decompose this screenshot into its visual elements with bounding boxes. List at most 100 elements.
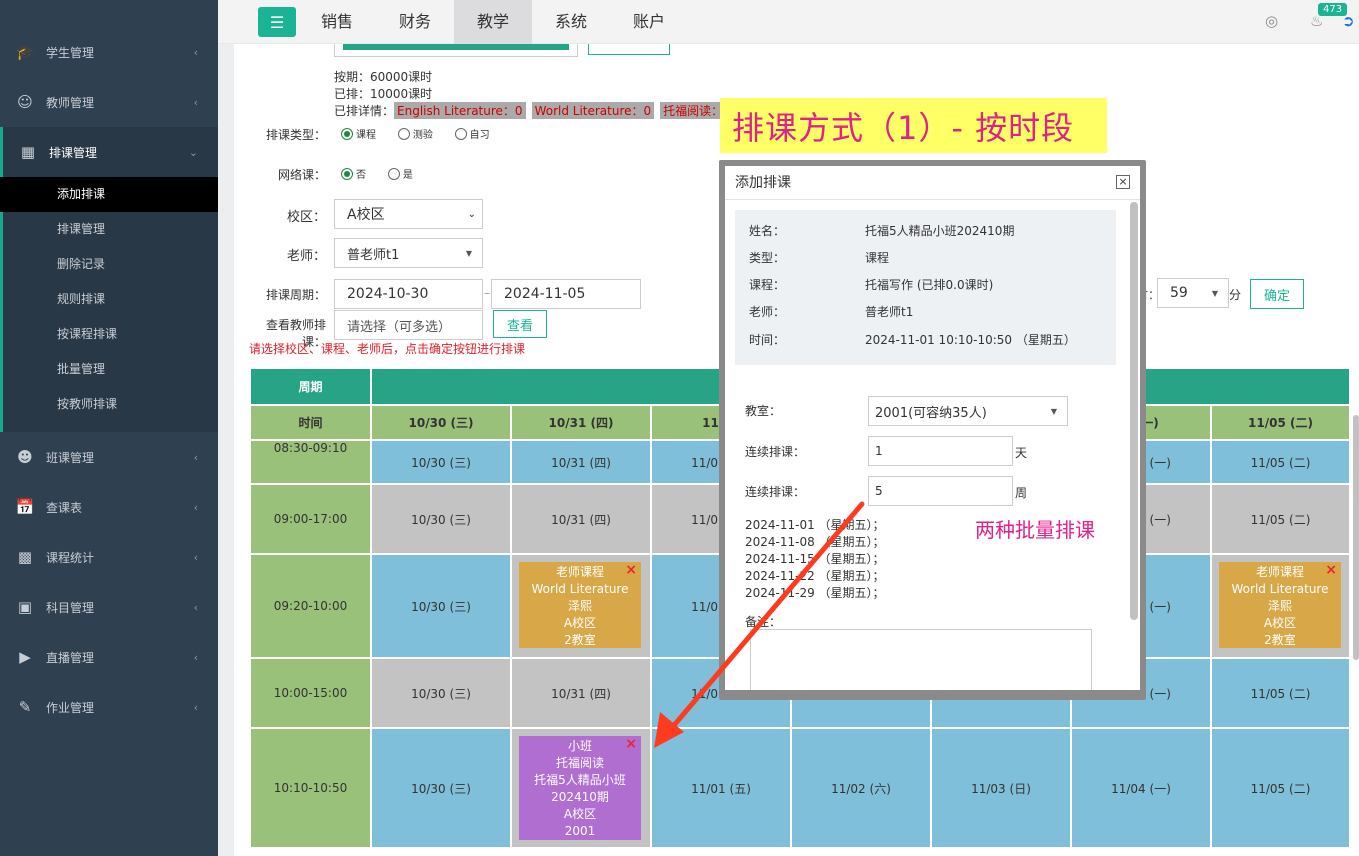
- schedule-cell[interactable]: 10/30 (三): [371, 728, 511, 848]
- modal-close-button[interactable]: ×: [1116, 175, 1130, 189]
- nav-account[interactable]: 账户: [610, 0, 688, 44]
- sidebar-sub-teacher-schedule[interactable]: 按教师排课: [3, 387, 218, 422]
- sidebar-item-scheduling[interactable]: ▦ 排课管理 ⌄: [0, 127, 218, 177]
- period-separator: –: [484, 286, 490, 300]
- nav-sales[interactable]: 销售: [298, 0, 376, 44]
- schedule-cell[interactable]: 11/05 (二): [1211, 658, 1350, 728]
- course-line: A校区: [1263, 616, 1297, 630]
- period-start-input[interactable]: 2024-10-30: [334, 279, 483, 309]
- schedule-cell[interactable]: 10/31 (四): [511, 658, 651, 728]
- schedule-cell[interactable]: 10/31 (四): [511, 440, 651, 484]
- sidebar-item-label: 科目管理: [46, 600, 95, 615]
- schedule-cell[interactable]: 11/05 (二): [1211, 728, 1350, 848]
- sidebar-item-students[interactable]: 🎓 学生管理 ‹: [0, 27, 218, 77]
- time-slot: 08:30-09:10: [250, 440, 371, 484]
- online-radio-no[interactable]: [341, 167, 353, 180]
- nav-teaching[interactable]: 教学: [454, 0, 532, 44]
- delete-course-icon[interactable]: ×: [625, 562, 637, 579]
- bar-chart-icon: ▩: [17, 548, 33, 566]
- minute-select[interactable]: 59 ▼: [1157, 278, 1229, 308]
- schedule-cell[interactable]: 11/04 (一): [1071, 728, 1211, 848]
- view-button[interactable]: 查看: [493, 310, 547, 338]
- sidebar-item-timetable[interactable]: 📅 查课表 ‹: [0, 482, 218, 532]
- page-scrollbar[interactable]: [1353, 415, 1359, 660]
- sidebar-sub-delete-records[interactable]: 删除记录: [3, 247, 218, 282]
- confirm-button[interactable]: 确定: [1250, 279, 1304, 309]
- annotation-text: 两种批量排课: [975, 518, 1095, 542]
- sidebar-item-homework[interactable]: ✎ 作业管理 ‹: [0, 682, 218, 732]
- campus-select[interactable]: A校区 ⌄: [334, 199, 483, 229]
- view-teacher-select[interactable]: 请选择（可多选）: [334, 310, 483, 340]
- radio-label: 测验: [412, 130, 433, 141]
- delete-course-icon[interactable]: ×: [625, 736, 637, 753]
- course-line: 小班: [567, 739, 592, 753]
- course-select-partial[interactable]: [334, 44, 578, 57]
- online-label: 网络课：: [277, 168, 326, 182]
- logout-icon[interactable]: ➲: [1342, 12, 1355, 30]
- online-radio-yes[interactable]: [387, 167, 400, 180]
- course-line: 老师课程: [1255, 565, 1304, 579]
- modal-scrollbar[interactable]: [1130, 202, 1138, 620]
- consec-weeks-unit: 周: [1015, 486, 1028, 500]
- sidebar-sub-batch-manage[interactable]: 批量管理: [3, 352, 218, 387]
- type-radio-group: 课程 测验 自习: [341, 126, 508, 141]
- type-radio-course[interactable]: [341, 127, 353, 140]
- schedule-cell[interactable]: 11/05 (二): [1211, 440, 1350, 484]
- calendar-icon: 📅: [15, 498, 35, 516]
- consec-days-input[interactable]: 1: [868, 436, 1013, 466]
- teacher-select[interactable]: 普老师t1 ▼: [334, 238, 483, 268]
- sidebar-item-classes[interactable]: ☻ 班课管理 ‹: [0, 432, 218, 482]
- time-header: 时间: [250, 405, 371, 440]
- course-line: 泽熙: [1267, 599, 1292, 613]
- sidebar-item-stats[interactable]: ▩ 课程统计 ‹: [0, 532, 218, 582]
- schedule-cell[interactable]: 10/31 (四): [511, 484, 651, 554]
- menu-toggle-button[interactable]: ☰: [258, 7, 296, 37]
- schedule-cell[interactable]: 11/03 (日): [931, 728, 1071, 848]
- sidebar-submenu: 添加排课 排课管理 删除记录 规则排课 按课程排课 批量管理 按教师排课: [0, 177, 218, 432]
- period-start-value: 2024-10-30: [347, 286, 429, 302]
- course-line: World Literature: [1231, 582, 1329, 596]
- nav-finance[interactable]: 财务: [376, 0, 454, 44]
- sidebar-sub-course-schedule[interactable]: 按课程排课: [3, 317, 218, 352]
- chevron-left-icon: ‹: [193, 700, 198, 714]
- schedule-cell[interactable]: 10/30 (三): [371, 484, 511, 554]
- day-header: 11/05 (二): [1211, 405, 1350, 440]
- course-block[interactable]: 小班 托福阅读 托福5人精品小班 202410期 A校区 2001 ×: [519, 736, 641, 840]
- grid-icon: ▦: [20, 143, 36, 161]
- chevron-left-icon: ‹: [193, 550, 198, 564]
- time-slot: 09:20-10:00: [250, 554, 371, 658]
- type-radio-quiz[interactable]: [397, 127, 410, 140]
- delete-course-icon[interactable]: ×: [1325, 562, 1337, 579]
- sidebar-item-label: 作业管理: [46, 700, 95, 715]
- sidebar-item-label: 课程统计: [46, 550, 95, 565]
- course-button-partial[interactable]: [588, 44, 670, 55]
- sidebar-item-subjects[interactable]: ▣ 科目管理 ‹: [0, 582, 218, 632]
- schedule-cell[interactable]: 10/30 (三): [371, 658, 511, 728]
- sidebar-item-teachers[interactable]: ☺ 教师管理 ‹: [0, 77, 218, 127]
- annotation-arrow-icon: [654, 501, 865, 748]
- type-radio-study[interactable]: [454, 127, 467, 140]
- period-end-input[interactable]: 2024-11-05: [491, 279, 641, 309]
- sidebar-item-live[interactable]: ▶ 直播管理 ‹: [0, 632, 218, 682]
- course-block[interactable]: 老师课程 World Literature 泽熙 A校区 2教室 ×: [519, 562, 641, 648]
- graduation-cap-icon: 🎓: [15, 43, 35, 61]
- sidebar-sub-add-schedule[interactable]: 添加排课: [0, 177, 218, 212]
- info-label: 课程：: [749, 278, 786, 292]
- consec-weeks-input[interactable]: 5: [868, 476, 1013, 506]
- course-line: 2教室: [1264, 633, 1296, 647]
- sidebar-sub-schedule-manage[interactable]: 排课管理: [3, 212, 218, 247]
- hours-scheduled: 已排：10000课时: [334, 87, 433, 101]
- support-icon[interactable]: ◎: [1265, 12, 1278, 30]
- room-select[interactable]: 2001(可容纳35人) ▼: [868, 396, 1068, 426]
- sidebar-sub-rule-schedule[interactable]: 规则排课: [3, 282, 218, 317]
- nav-system[interactable]: 系统: [532, 0, 610, 44]
- minute-unit: 分: [1229, 288, 1242, 302]
- modal-header: 添加排课: [725, 166, 1140, 200]
- schedule-cell[interactable]: 10/30 (三): [371, 554, 511, 658]
- schedule-cell[interactable]: 11/05 (二): [1211, 484, 1350, 554]
- time-slot: 09:00-17:00: [250, 484, 371, 554]
- teacher-label: 老师：: [286, 249, 326, 264]
- schedule-cell[interactable]: 10/30 (三): [371, 440, 511, 484]
- course-block[interactable]: 老师课程 World Literature 泽熙 A校区 2教室 ×: [1219, 562, 1341, 648]
- chevron-left-icon: ‹: [193, 650, 198, 664]
